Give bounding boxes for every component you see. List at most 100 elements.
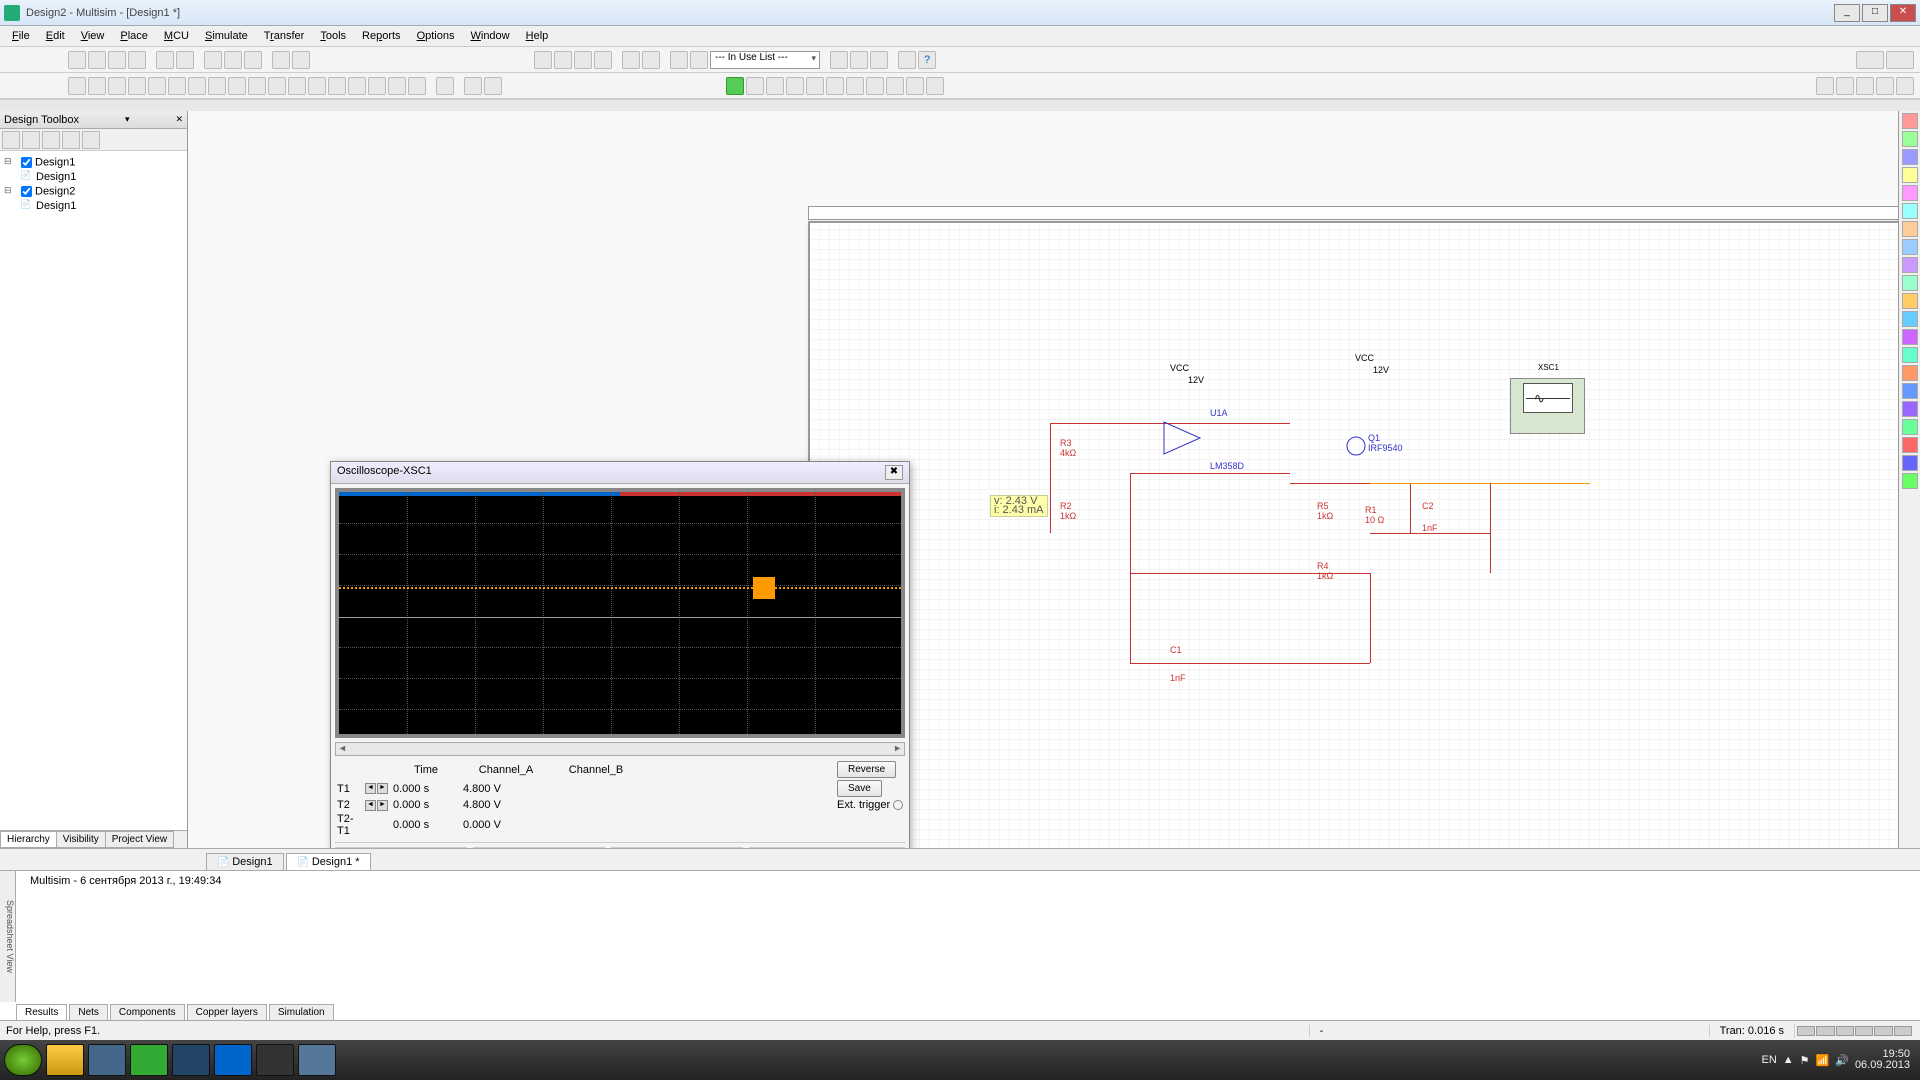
comp-3[interactable] — [108, 77, 126, 95]
oscilloscope-display[interactable] — [335, 488, 905, 738]
logtab-components[interactable]: Components — [110, 1004, 185, 1020]
tray-up-icon[interactable]: ▲ — [1783, 1054, 1794, 1066]
menu-view[interactable]: View — [73, 28, 113, 44]
cursor-bar[interactable] — [339, 492, 901, 496]
comp-11[interactable] — [268, 77, 286, 95]
pause-button[interactable] — [746, 77, 764, 95]
menu-tools[interactable]: Tools — [312, 28, 354, 44]
sim-6[interactable] — [886, 77, 904, 95]
tab-projectview[interactable]: Project View — [105, 831, 174, 848]
oscilloscope-instrument[interactable] — [1510, 378, 1585, 434]
reverse-button[interactable]: Reverse — [837, 761, 896, 778]
instr-19[interactable] — [1902, 437, 1918, 453]
tb-a6[interactable] — [642, 51, 660, 69]
instr-16[interactable] — [1902, 383, 1918, 399]
instr-18[interactable] — [1902, 419, 1918, 435]
hierarchy-tree[interactable]: Design1 Design1 Design2 Design1 — [0, 151, 187, 830]
comp-17[interactable] — [388, 77, 406, 95]
tree-node-design2[interactable]: Design2 — [4, 184, 183, 199]
zoom-out-icon[interactable] — [1836, 77, 1854, 95]
t1-nav[interactable]: ◄► — [363, 782, 391, 795]
instr-20[interactable] — [1902, 455, 1918, 471]
menu-transfer[interactable]: Transfer — [256, 28, 313, 44]
tb-a7[interactable] — [670, 51, 688, 69]
comp-5[interactable] — [148, 77, 166, 95]
tb-b4[interactable] — [898, 51, 916, 69]
doc-tab-2[interactable]: 📄 Design1 * — [286, 853, 371, 870]
comp-1[interactable] — [68, 77, 86, 95]
design-toolbox-close-icon[interactable]: ✕ — [175, 114, 183, 125]
comp-18[interactable] — [408, 77, 426, 95]
instr-6[interactable] — [1902, 203, 1918, 219]
maximize-button[interactable]: □ — [1862, 4, 1888, 22]
instr-12[interactable] — [1902, 311, 1918, 327]
menu-edit[interactable]: Edit — [38, 28, 73, 44]
comp-8[interactable] — [208, 77, 226, 95]
tb-r2[interactable] — [1886, 51, 1914, 69]
sim-1[interactable] — [786, 77, 804, 95]
run-button[interactable] — [726, 77, 744, 95]
instr-5[interactable] — [1902, 185, 1918, 201]
tb-a3[interactable] — [574, 51, 592, 69]
sim-3[interactable] — [826, 77, 844, 95]
save-scope-button[interactable]: Save — [837, 780, 882, 797]
zoom-in-icon[interactable] — [1816, 77, 1834, 95]
comp-12[interactable] — [288, 77, 306, 95]
menu-window[interactable]: Window — [462, 28, 517, 44]
instr-3[interactable] — [1902, 149, 1918, 165]
instr-4[interactable] — [1902, 167, 1918, 183]
tb-a5[interactable] — [622, 51, 640, 69]
tab-visibility[interactable]: Visibility — [56, 831, 106, 848]
taskbar-multisim-icon[interactable] — [298, 1044, 336, 1076]
mini-4[interactable] — [62, 131, 80, 149]
menu-options[interactable]: Options — [409, 28, 463, 44]
tree-leaf-design2a[interactable]: Design1 — [4, 199, 183, 213]
comp-20[interactable] — [464, 77, 482, 95]
minimize-button[interactable]: _ — [1834, 4, 1860, 22]
open2-button[interactable] — [108, 51, 126, 69]
logtab-simulation[interactable]: Simulation — [269, 1004, 334, 1020]
paste-button[interactable] — [244, 51, 262, 69]
mosfet-icon[interactable] — [1345, 435, 1367, 457]
open-button[interactable] — [88, 51, 106, 69]
tb-r1[interactable] — [1856, 51, 1884, 69]
menu-place[interactable]: Place — [112, 28, 156, 44]
instr-8[interactable] — [1902, 239, 1918, 255]
tb-b2[interactable] — [850, 51, 868, 69]
logtab-copper[interactable]: Copper layers — [187, 1004, 267, 1020]
sim-5[interactable] — [866, 77, 884, 95]
tb-b1[interactable] — [830, 51, 848, 69]
sim-4[interactable] — [846, 77, 864, 95]
trace-cursor-icon[interactable] — [753, 577, 775, 599]
help-icon[interactable]: ? — [918, 51, 936, 69]
tb-a2[interactable] — [554, 51, 572, 69]
menu-mcu[interactable]: MCU — [156, 28, 197, 44]
comp-9[interactable] — [228, 77, 246, 95]
oscilloscope-close-icon[interactable]: ✖ — [885, 465, 903, 480]
taskbar-chrome-icon[interactable] — [46, 1044, 84, 1076]
print-button[interactable] — [156, 51, 174, 69]
comp-2[interactable] — [88, 77, 106, 95]
taskbar-app3-icon[interactable] — [130, 1044, 168, 1076]
comp-6[interactable] — [168, 77, 186, 95]
cut-button[interactable] — [204, 51, 222, 69]
inuse-dropdown[interactable]: --- In Use List --- — [710, 51, 820, 69]
oscilloscope-titlebar[interactable]: Oscilloscope-XSC1 ✖ — [331, 462, 909, 484]
copy-button[interactable] — [224, 51, 242, 69]
zoom-fit-icon[interactable] — [1876, 77, 1894, 95]
undo-button[interactable] — [272, 51, 290, 69]
menu-reports[interactable]: Reports — [354, 28, 409, 44]
schematic-canvas[interactable]: VCC 12V VCC 12V U1A LM358D R3 4kΩ R2 1kΩ… — [188, 111, 1898, 848]
tray-flag-icon[interactable]: ⚑ — [1800, 1054, 1810, 1067]
comp-16[interactable] — [368, 77, 386, 95]
instr-9[interactable] — [1902, 257, 1918, 273]
stop-button[interactable] — [766, 77, 784, 95]
taskbar-app4-icon[interactable] — [172, 1044, 210, 1076]
tree-check-2[interactable] — [21, 186, 32, 197]
instr-13[interactable] — [1902, 329, 1918, 345]
instr-21[interactable] — [1902, 473, 1918, 489]
tb-a8[interactable] — [690, 51, 708, 69]
taskbar-app2-icon[interactable] — [88, 1044, 126, 1076]
zoom-area-icon[interactable] — [1856, 77, 1874, 95]
comp-19[interactable] — [436, 77, 454, 95]
